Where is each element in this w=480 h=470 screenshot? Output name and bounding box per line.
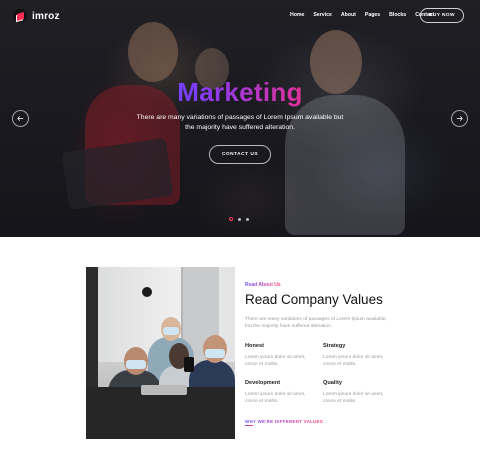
contact-us-button[interactable]: CONTACT US <box>209 145 271 164</box>
team-photo <box>86 267 235 439</box>
link-underline <box>245 425 253 426</box>
value-title: Quality <box>323 380 342 386</box>
nav-item-home[interactable]: Home <box>290 12 304 18</box>
hero-slider: imroz Home Service About Pages Blocks Co… <box>0 0 480 237</box>
value-quality: Quality Lorem ipsum dolor sit amet, cnsc… <box>323 380 393 405</box>
why-different-link[interactable]: WHY WE'RE DIFFERENT VALUES <box>245 419 323 424</box>
hero-subtitle: There are many variations of passages of… <box>136 114 344 131</box>
hero-title: Marketing <box>0 77 480 108</box>
section-description: There are many variations of passages of… <box>245 317 387 330</box>
value-honest: Honest Lorem ipsum dolor sit amet, cnsce… <box>245 343 315 368</box>
section-eyebrow: Read About Us <box>245 282 281 288</box>
arrow-left-icon <box>17 116 24 121</box>
value-title: Strategy <box>323 343 346 349</box>
top-navigation: imroz Home Service About Pages Blocks Co… <box>0 0 480 34</box>
nav-item-pages[interactable]: Pages <box>365 12 380 18</box>
slider-dots <box>229 217 249 221</box>
value-development: Development Lorem ipsum dolor sit amet, … <box>245 380 315 405</box>
imroz-logo-icon <box>13 9 27 23</box>
slider-dot-2[interactable] <box>238 217 241 221</box>
slider-dot-1[interactable] <box>229 217 233 221</box>
value-text: Lorem ipsum dolor sit amet, cnsce et mol… <box>245 392 306 405</box>
buy-now-button[interactable]: BUY NOW <box>420 8 464 23</box>
value-text: Lorem ipsum dolor sit amet, cnsce et mol… <box>245 355 306 368</box>
brand-name: imroz <box>32 10 60 22</box>
brand-logo[interactable]: imroz <box>13 9 60 23</box>
value-title: Development <box>245 380 281 386</box>
value-text: Lorem ipsum dolor sit amet, cnsce et mol… <box>323 392 384 405</box>
value-strategy: Strategy Lorem ipsum dolor sit amet, cns… <box>323 343 393 368</box>
main-menu: Home Service About Pages Blocks Contact <box>290 12 435 18</box>
nav-item-blocks[interactable]: Blocks <box>389 12 406 18</box>
slider-dot-3[interactable] <box>246 217 249 221</box>
slider-next-button[interactable] <box>451 110 468 127</box>
arrow-right-icon <box>456 116 463 121</box>
nav-item-about[interactable]: About <box>341 12 356 18</box>
value-text: Lorem ipsum dolor sit amet, cnsce et mol… <box>323 355 384 368</box>
slider-prev-button[interactable] <box>12 110 29 127</box>
section-title: Read Company Values <box>245 292 383 307</box>
nav-item-service[interactable]: Service <box>313 12 331 18</box>
value-title: Honest <box>245 343 264 349</box>
